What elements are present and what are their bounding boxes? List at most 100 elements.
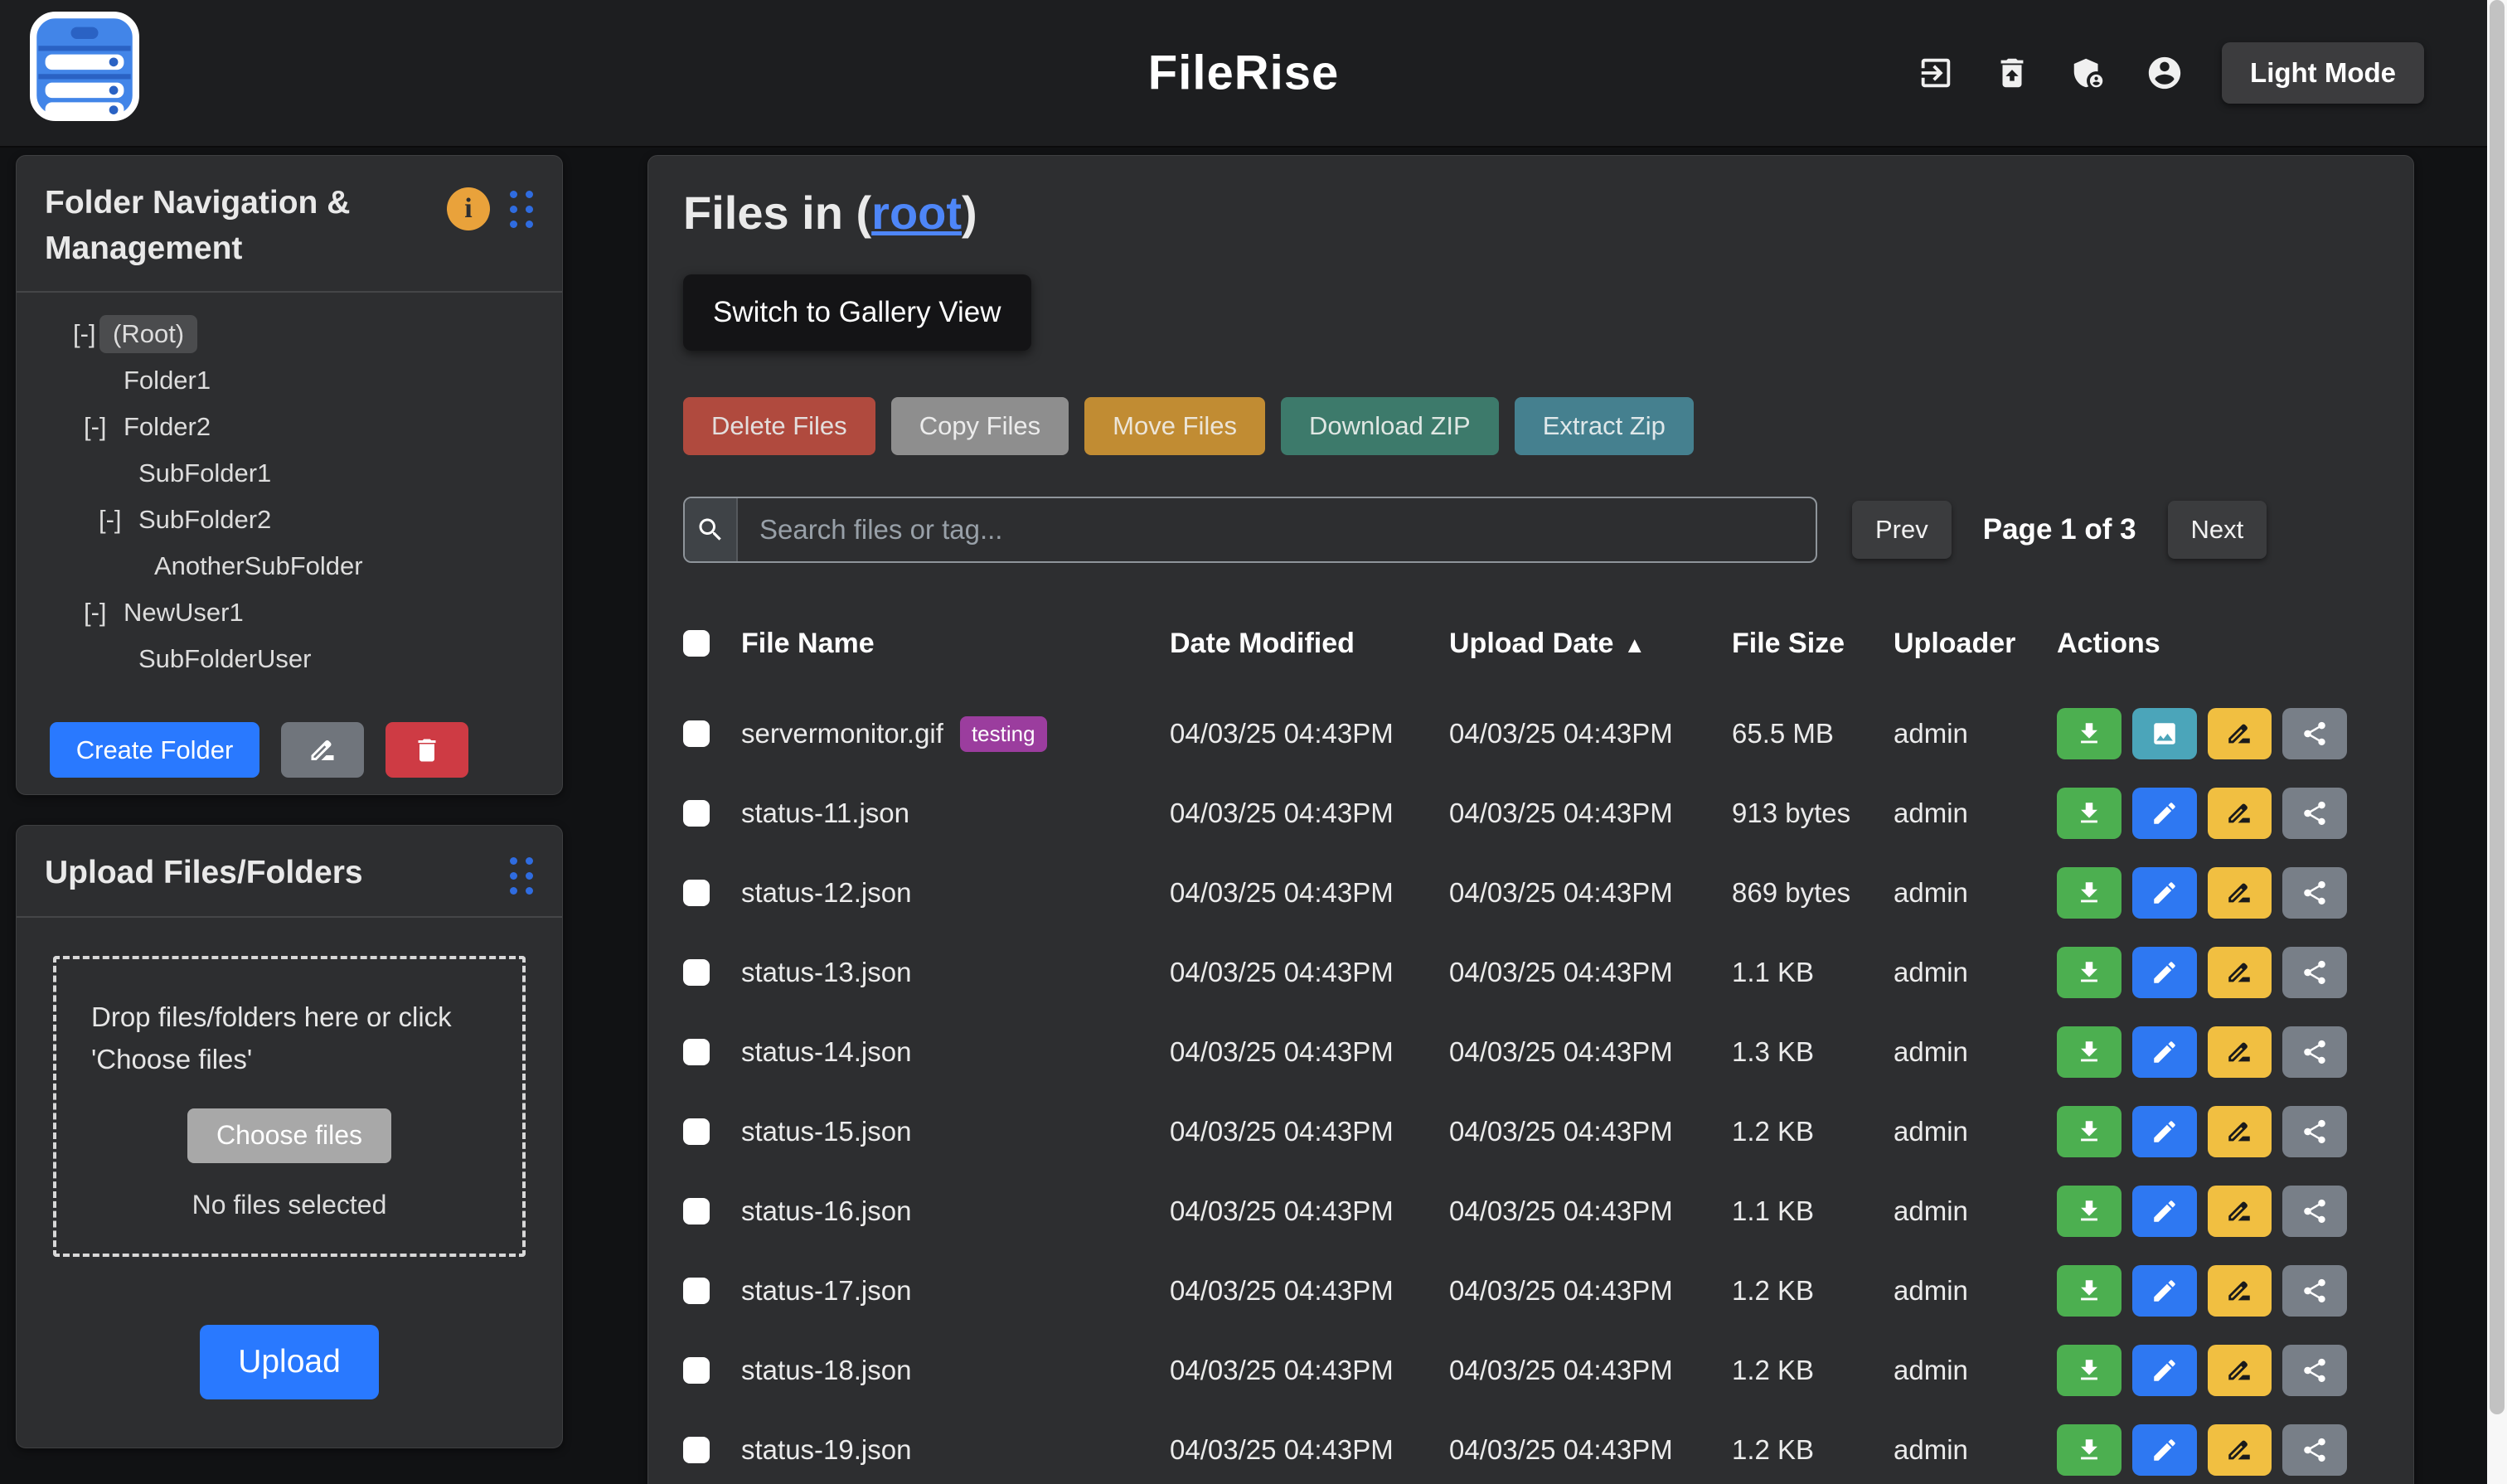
column-header-uploader[interactable]: Uploader xyxy=(1894,628,2057,660)
edit-file-button[interactable] xyxy=(2132,867,2197,919)
download-file-button[interactable] xyxy=(2057,1424,2121,1476)
delete-folder-button[interactable] xyxy=(386,722,468,778)
rename-file-button[interactable] xyxy=(2208,788,2272,839)
edit-file-button[interactable] xyxy=(2132,1186,2197,1237)
rename-file-button[interactable] xyxy=(2208,1106,2272,1157)
folder-name[interactable]: SubFolder1 xyxy=(138,458,271,488)
folder-name[interactable]: AnotherSubFolder xyxy=(154,551,363,581)
edit-file-button[interactable] xyxy=(2132,1424,2197,1476)
drag-handle-icon[interactable] xyxy=(510,191,534,228)
folder-tree-item[interactable]: SubFolderUser xyxy=(17,636,562,682)
folder-tree-item[interactable]: [-](Root) xyxy=(17,311,562,357)
download-file-button[interactable] xyxy=(2057,1186,2121,1237)
column-header-upload-date[interactable]: Upload Date▲ xyxy=(1449,628,1732,660)
logout-icon[interactable] xyxy=(1917,54,1955,92)
account-icon[interactable] xyxy=(2146,54,2184,92)
download-file-button[interactable] xyxy=(2057,947,2121,998)
row-checkbox[interactable] xyxy=(683,1437,710,1463)
rename-file-button[interactable] xyxy=(2208,1186,2272,1237)
folder-tree-item[interactable]: AnotherSubFolder xyxy=(17,543,562,589)
folder-tree-item[interactable]: Folder1 xyxy=(17,357,562,404)
edit-file-button[interactable] xyxy=(2132,1265,2197,1317)
folder-name[interactable]: SubFolderUser xyxy=(138,644,311,674)
folder-name[interactable]: SubFolder2 xyxy=(138,505,271,535)
edit-file-button[interactable] xyxy=(2132,1026,2197,1078)
share-file-button[interactable] xyxy=(2282,1265,2347,1317)
choose-files-button[interactable]: Choose files xyxy=(187,1108,391,1163)
tree-toggle[interactable]: [-] xyxy=(84,412,124,442)
light-mode-button[interactable]: Light Mode xyxy=(2222,42,2424,104)
page-scrollbar-thumb[interactable] xyxy=(2490,0,2505,1414)
admin-shield-icon[interactable] xyxy=(2069,54,2107,92)
share-file-button[interactable] xyxy=(2282,1345,2347,1396)
folder-tree-item[interactable]: [-]NewUser1 xyxy=(17,589,562,636)
row-checkbox[interactable] xyxy=(683,1118,710,1145)
row-checkbox[interactable] xyxy=(683,880,710,906)
restore-trash-icon[interactable] xyxy=(1993,54,2031,92)
extract-zip-button[interactable]: Extract Zip xyxy=(1515,397,1694,455)
folder-name[interactable]: Folder1 xyxy=(124,366,211,395)
select-all-checkbox[interactable] xyxy=(683,630,710,657)
edit-file-button[interactable] xyxy=(2132,788,2197,839)
rename-file-button[interactable] xyxy=(2208,947,2272,998)
share-file-button[interactable] xyxy=(2282,867,2347,919)
edit-file-button[interactable] xyxy=(2132,947,2197,998)
folder-name[interactable]: Folder2 xyxy=(124,412,211,442)
rename-file-button[interactable] xyxy=(2208,1026,2272,1078)
create-folder-button[interactable]: Create Folder xyxy=(50,722,259,778)
folder-name[interactable]: (Root) xyxy=(99,315,197,353)
row-checkbox[interactable] xyxy=(683,720,710,747)
share-file-button[interactable] xyxy=(2282,708,2347,759)
folder-name[interactable]: NewUser1 xyxy=(124,598,244,628)
share-file-button[interactable] xyxy=(2282,1106,2347,1157)
preview-image-button[interactable] xyxy=(2132,708,2197,759)
tree-toggle[interactable]: [-] xyxy=(99,505,138,535)
download-zip-button[interactable]: Download ZIP xyxy=(1281,397,1499,455)
copy-files-button[interactable]: Copy Files xyxy=(891,397,1069,455)
switch-gallery-view-button[interactable]: Switch to Gallery View xyxy=(683,274,1031,351)
download-file-button[interactable] xyxy=(2057,788,2121,839)
share-file-button[interactable] xyxy=(2282,1186,2347,1237)
row-checkbox[interactable] xyxy=(683,800,710,827)
tree-toggle[interactable]: [-] xyxy=(84,598,124,628)
download-file-button[interactable] xyxy=(2057,1345,2121,1396)
share-file-button[interactable] xyxy=(2282,788,2347,839)
rename-file-button[interactable] xyxy=(2208,867,2272,919)
download-file-button[interactable] xyxy=(2057,867,2121,919)
search-input[interactable] xyxy=(738,498,1816,561)
rename-file-button[interactable] xyxy=(2208,1265,2272,1317)
rename-folder-button[interactable] xyxy=(281,722,364,778)
edit-file-button[interactable] xyxy=(2132,1106,2197,1157)
drag-handle-icon[interactable] xyxy=(510,857,534,895)
download-file-button[interactable] xyxy=(2057,1026,2121,1078)
folder-tree-item[interactable]: SubFolder1 xyxy=(17,450,562,497)
download-file-button[interactable] xyxy=(2057,1265,2121,1317)
next-page-button[interactable]: Next xyxy=(2168,501,2267,559)
row-checkbox[interactable] xyxy=(683,959,710,986)
root-folder-link[interactable]: root xyxy=(871,187,962,239)
folder-tree-item[interactable]: [-]SubFolder2 xyxy=(17,497,562,543)
rename-file-button[interactable] xyxy=(2208,1345,2272,1396)
share-file-button[interactable] xyxy=(2282,947,2347,998)
file-dropzone[interactable]: Drop files/folders here or click 'Choose… xyxy=(53,956,526,1257)
rename-file-button[interactable] xyxy=(2208,1424,2272,1476)
share-file-button[interactable] xyxy=(2282,1026,2347,1078)
row-checkbox[interactable] xyxy=(683,1198,710,1225)
move-files-button[interactable]: Move Files xyxy=(1084,397,1265,455)
upload-button[interactable]: Upload xyxy=(200,1325,379,1399)
delete-files-button[interactable]: Delete Files xyxy=(683,397,875,455)
row-checkbox[interactable] xyxy=(683,1278,710,1304)
column-header-file-name[interactable]: File Name xyxy=(741,628,1170,660)
info-icon[interactable]: i xyxy=(447,187,490,230)
edit-file-button[interactable] xyxy=(2132,1345,2197,1396)
download-file-button[interactable] xyxy=(2057,708,2121,759)
row-checkbox[interactable] xyxy=(683,1039,710,1065)
folder-tree-item[interactable]: [-]Folder2 xyxy=(17,404,562,450)
row-checkbox[interactable] xyxy=(683,1357,710,1384)
column-header-file-size[interactable]: File Size xyxy=(1732,628,1894,660)
download-file-button[interactable] xyxy=(2057,1106,2121,1157)
prev-page-button[interactable]: Prev xyxy=(1852,501,1952,559)
rename-file-button[interactable] xyxy=(2208,708,2272,759)
share-file-button[interactable] xyxy=(2282,1424,2347,1476)
column-header-date-modified[interactable]: Date Modified xyxy=(1170,628,1449,660)
